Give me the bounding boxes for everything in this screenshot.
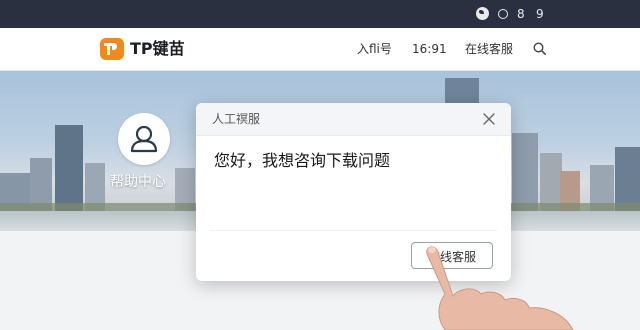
ring-icon — [498, 9, 508, 19]
pointing-hand-icon — [426, 246, 574, 330]
skyline-building — [512, 133, 538, 213]
logo-icon[interactable] — [100, 38, 124, 60]
nav-item-login[interactable]: 入fli号 — [357, 42, 392, 56]
nav-item-support[interactable]: 在线客服 — [465, 42, 513, 56]
status-text-2: 9 — [536, 7, 544, 21]
top-navbar: TP键苗 入fli号 16:91 在线客服 — [0, 28, 640, 71]
help-center-label: 帮助中心 — [110, 174, 166, 190]
skyline-building — [55, 125, 83, 213]
dialog-header: 人工䄙服 — [196, 103, 511, 136]
nav-item-time[interactable]: 16:91 — [412, 42, 447, 56]
status-text-1: 8 — [517, 7, 525, 21]
user-icon — [130, 125, 158, 153]
logo-text[interactable]: TP键苗 — [130, 39, 185, 59]
dialog-divider — [210, 230, 497, 231]
help-center-button[interactable] — [118, 113, 170, 165]
status-bar: 8 9 — [0, 0, 640, 28]
globe-icon — [476, 7, 489, 20]
dialog-message: 您好，我想咨询下载问题 — [214, 151, 391, 170]
close-icon[interactable] — [483, 113, 495, 125]
search-icon[interactable] — [533, 42, 546, 55]
dialog-title: 人工䄙服 — [212, 112, 261, 126]
